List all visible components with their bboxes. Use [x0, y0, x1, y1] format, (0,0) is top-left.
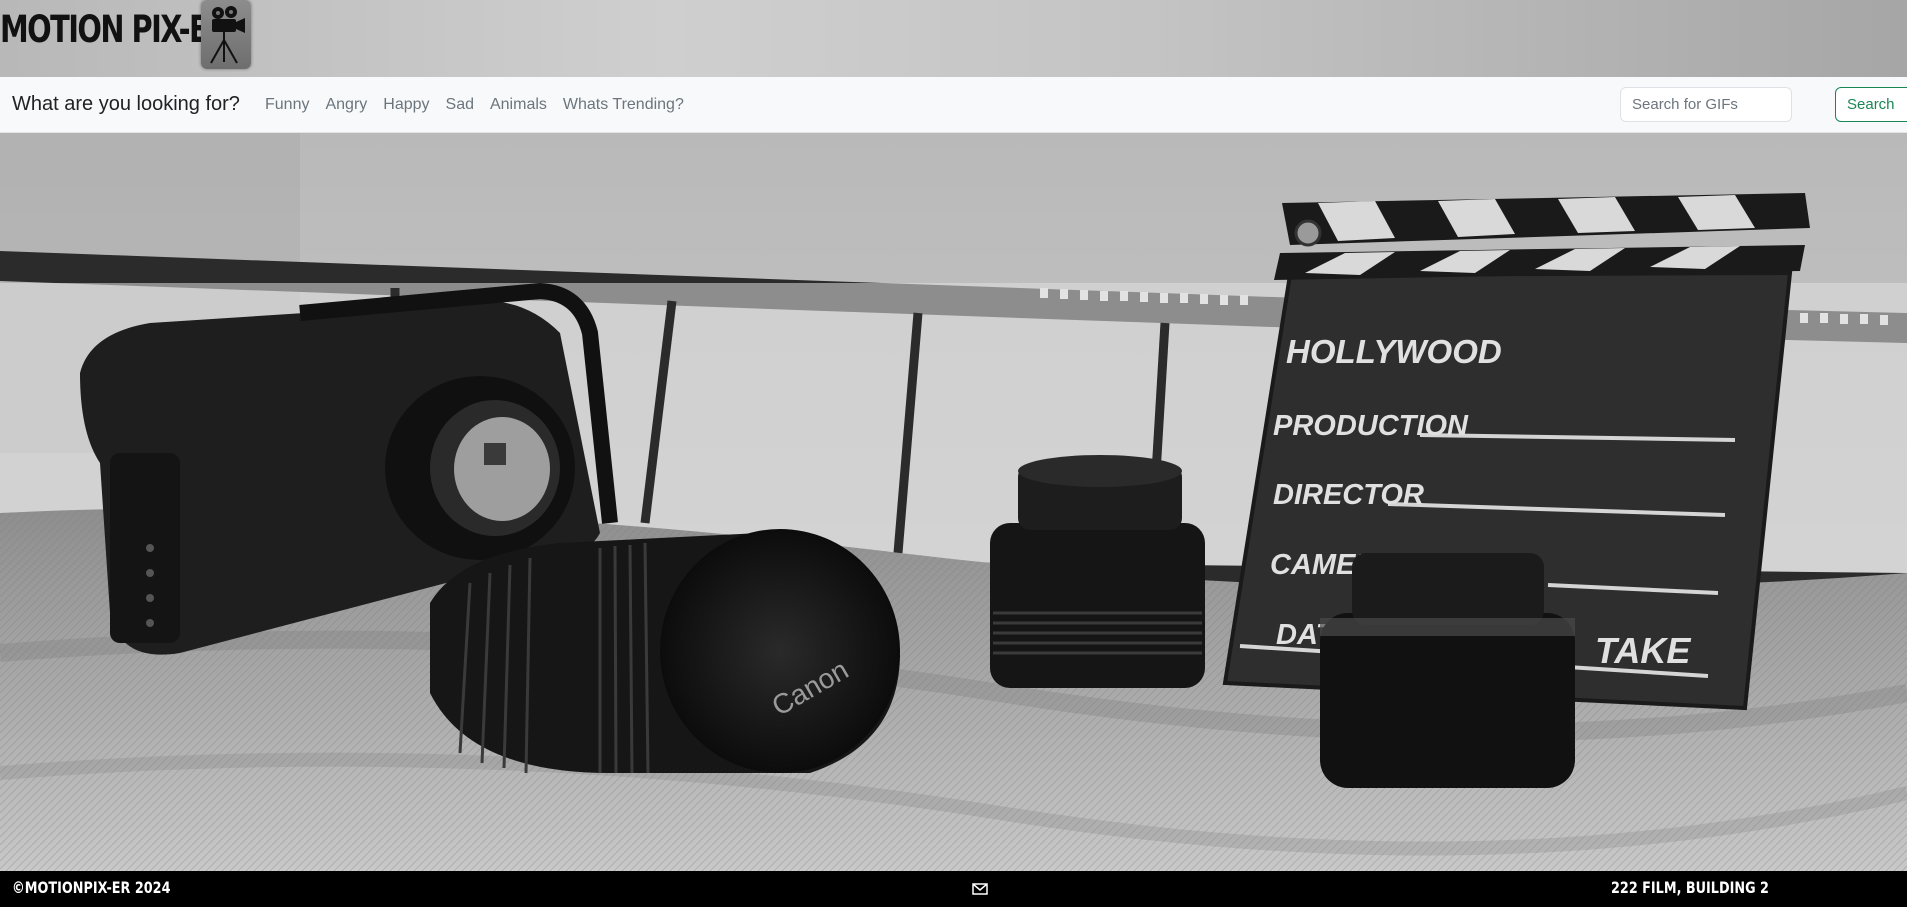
clapperboard-director: DIRECTOR	[1273, 479, 1424, 511]
prime-lens-right	[1320, 553, 1575, 788]
movie-camera-icon[interactable]	[201, 0, 251, 69]
hero-photo: HOLLYWOOD PRODUCTION DIRECTOR CAMERA DAT…	[0, 133, 1907, 871]
nav-link-angry[interactable]: Angry	[325, 77, 367, 132]
hero-image: HOLLYWOOD PRODUCTION DIRECTOR CAMERA DAT…	[0, 133, 1907, 871]
nav-link-happy[interactable]: Happy	[383, 77, 429, 132]
envelope-icon[interactable]	[972, 881, 988, 895]
site-header: MOTION PIX-ER	[0, 0, 1907, 77]
site-logo-text[interactable]: MOTION PIX-ER	[0, 6, 229, 54]
clapperboard-title: HOLLYWOOD	[1286, 333, 1502, 370]
nav-link-sad[interactable]: Sad	[446, 77, 474, 132]
footer-address: 222 FILM, BUILDING 2	[1611, 878, 1769, 897]
search-button[interactable]: Search	[1835, 87, 1907, 122]
zoom-lens: Canon	[430, 529, 900, 774]
clapperboard-take: TAKE	[1595, 630, 1691, 671]
footer-copyright: ©MOTIONPIX-ER 2024	[12, 878, 171, 897]
nav-link-funny[interactable]: Funny	[265, 77, 309, 132]
main-navbar: What are you looking for? Funny Angry Ha…	[0, 77, 1907, 133]
nav-link-animals[interactable]: Animals	[490, 77, 547, 132]
navbar-brand[interactable]: What are you looking for?	[12, 77, 240, 132]
nav-link-trending[interactable]: Whats Trending?	[563, 77, 684, 132]
search-input[interactable]	[1620, 87, 1792, 122]
site-footer: ©MOTIONPIX-ER 2024 222 FILM, BUILDING 2	[0, 871, 1907, 907]
category-links: Funny Angry Happy Sad Animals Whats Tren…	[265, 77, 700, 132]
clapperboard-production: PRODUCTION	[1273, 410, 1469, 442]
prime-lens-middle	[990, 455, 1205, 688]
